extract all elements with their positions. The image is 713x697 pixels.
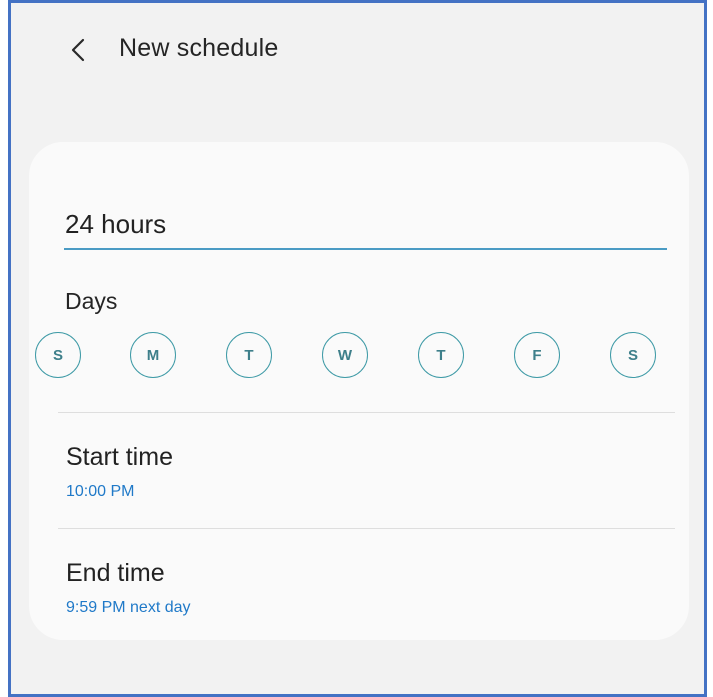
chevron-left-icon [71, 38, 85, 62]
days-label: Days [65, 288, 118, 314]
back-button[interactable] [63, 33, 93, 67]
end-time-row[interactable]: End time 9:59 PM next day [58, 529, 675, 637]
schedule-name-input[interactable] [64, 206, 667, 250]
day-toggle-wednesday[interactable]: W [322, 332, 368, 378]
screenshot-frame: New schedule Days S M T W T F S Start ti… [8, 0, 707, 697]
app-bar: New schedule [11, 3, 704, 99]
end-time-label: End time [66, 559, 165, 587]
day-toggle-tuesday[interactable]: T [226, 332, 272, 378]
day-toggle-thursday[interactable]: T [418, 332, 464, 378]
start-time-value: 10:00 PM [66, 483, 135, 500]
start-time-label: Start time [66, 443, 173, 471]
day-toggle-sunday[interactable]: S [35, 332, 81, 378]
page-title: New schedule [119, 34, 279, 62]
start-time-row[interactable]: Start time 10:00 PM [58, 413, 675, 521]
end-time-value: 9:59 PM next day [66, 599, 191, 616]
day-toggle-friday[interactable]: F [514, 332, 560, 378]
day-toggle-saturday[interactable]: S [610, 332, 656, 378]
day-toggle-monday[interactable]: M [130, 332, 176, 378]
schedule-card: Days S M T W T F S Start time 10:00 PM E… [29, 142, 689, 640]
